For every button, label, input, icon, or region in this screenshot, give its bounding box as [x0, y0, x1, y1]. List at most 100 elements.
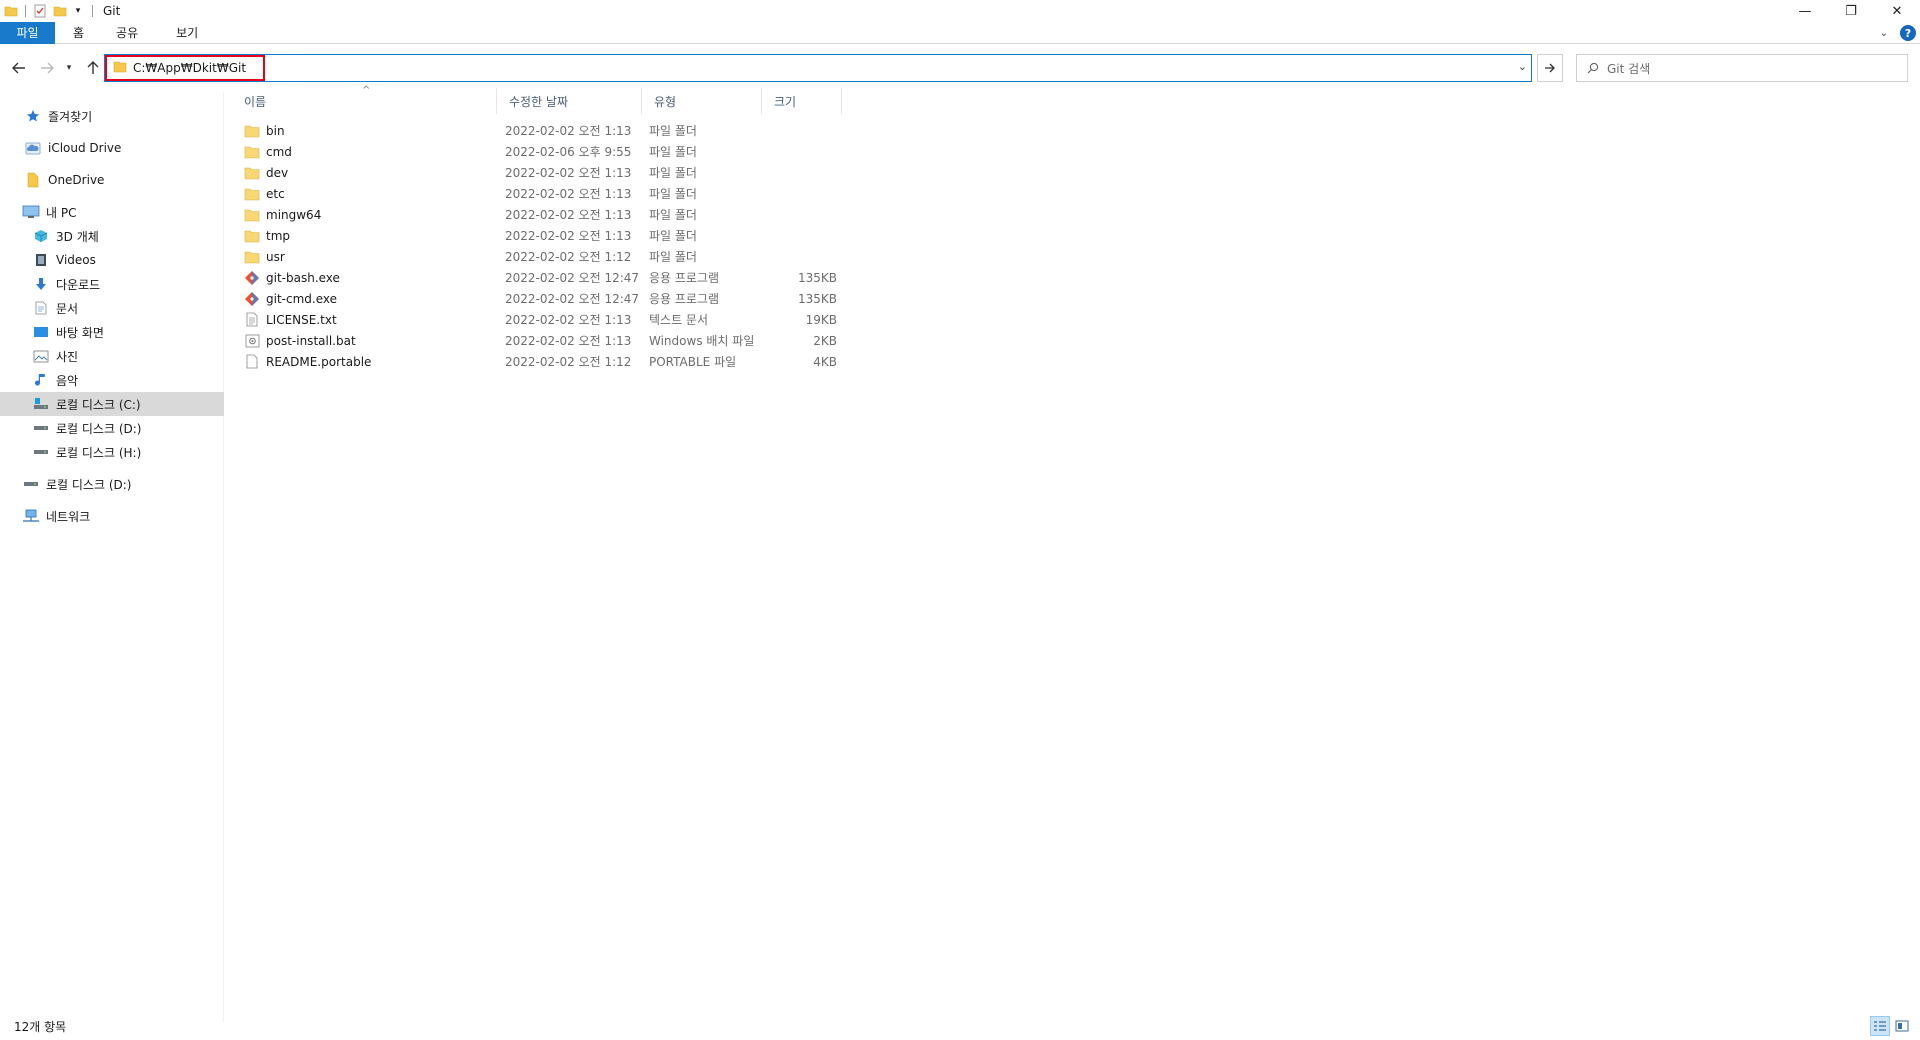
- file-row-readme[interactable]: README.portable 2022-02-02 오전 1:12 PORTA…: [232, 351, 852, 372]
- ribbon-tabs: 파일 홈 공유 보기 ⌄ ?: [0, 21, 1920, 44]
- details-view-button[interactable]: [1870, 1016, 1890, 1036]
- document-icon: [32, 299, 50, 317]
- back-button[interactable]: [8, 57, 30, 79]
- sidebar-item-downloads[interactable]: 다운로드: [0, 272, 224, 296]
- file-row-dev[interactable]: dev 2022-02-02 오전 1:13 파일 폴더: [232, 162, 852, 183]
- file-row-post-install[interactable]: post-install.bat 2022-02-02 오전 1:13 Wind…: [232, 330, 852, 351]
- arrow-right-icon: [41, 62, 54, 74]
- search-box[interactable]: Git 검색: [1576, 54, 1908, 82]
- expand-ribbon-icon[interactable]: ⌄: [1880, 28, 1888, 39]
- blank-file-icon: [244, 354, 260, 370]
- sidebar-item-label: 로컬 디스크 (D:): [56, 421, 142, 436]
- sidebar-item-desktop[interactable]: 바탕 화면: [0, 320, 224, 344]
- file-name: git-cmd.exe: [266, 291, 337, 306]
- file-name: LICENSE.txt: [266, 312, 337, 327]
- address-path[interactable]: C:₩App₩Dkit₩Git: [133, 61, 246, 75]
- customize-toolbar-icon[interactable]: ▾: [70, 3, 86, 19]
- address-bar[interactable]: C:₩App₩Dkit₩Git ⌄: [104, 54, 1532, 82]
- file-row-git-bash[interactable]: git-bash.exe 2022-02-02 오전 12:47 응용 프로그램…: [232, 267, 852, 288]
- address-dropdown-icon[interactable]: ⌄: [1518, 60, 1527, 73]
- folder-icon: [24, 171, 42, 189]
- file-row-etc[interactable]: etc 2022-02-02 오전 1:13 파일 폴더: [232, 183, 852, 204]
- sidebar-item-videos[interactable]: Videos: [0, 248, 224, 272]
- sidebar-item-music[interactable]: 음악: [0, 368, 224, 392]
- file-row-bin[interactable]: bin 2022-02-02 오전 1:13 파일 폴더: [232, 120, 852, 141]
- desktop-icon: [32, 323, 50, 341]
- folder-icon: [244, 165, 260, 181]
- folder-icon: [113, 60, 127, 76]
- file-name: tmp: [266, 228, 291, 243]
- sidebar-item-network[interactable]: 네트워크: [0, 504, 224, 528]
- large-icons-view-icon: [1895, 1020, 1909, 1032]
- sidebar-item-quick-access[interactable]: 즐겨찾기: [0, 104, 224, 128]
- window-title: Git: [103, 4, 121, 18]
- batch-file-icon: [244, 333, 260, 349]
- sidebar-item-label: 다운로드: [56, 277, 101, 292]
- sidebar-item-local-disk-c[interactable]: 로컬 디스크 (C:): [0, 392, 224, 416]
- recent-locations-button[interactable]: ▾: [62, 57, 76, 79]
- column-header-name[interactable]: 이름 ^: [232, 85, 497, 114]
- file-row-mingw64[interactable]: mingw64 2022-02-02 오전 1:13 파일 폴더: [232, 204, 852, 225]
- tab-file[interactable]: 파일: [0, 21, 55, 44]
- address-path-highlight[interactable]: C:₩App₩Dkit₩Git: [105, 55, 265, 81]
- folder-icon: [244, 249, 260, 265]
- file-row-git-cmd[interactable]: git-cmd.exe 2022-02-02 오전 12:47 응용 프로그램 …: [232, 288, 852, 309]
- file-name: README.portable: [266, 354, 372, 369]
- icloud-icon: [24, 139, 42, 157]
- arrow-right-icon: [1545, 63, 1555, 73]
- sidebar-item-label: 음악: [56, 373, 79, 388]
- tab-view[interactable]: 보기: [152, 22, 222, 44]
- new-folder-icon[interactable]: [52, 3, 68, 19]
- column-header-label: 수정한 날짜: [509, 94, 569, 109]
- sidebar-item-onedrive[interactable]: OneDrive: [0, 168, 224, 192]
- properties-icon[interactable]: [32, 3, 48, 19]
- sidebar-item-documents[interactable]: 문서: [0, 296, 224, 320]
- close-button[interactable]: ✕: [1874, 0, 1920, 22]
- sidebar-item-local-disk-d[interactable]: 로컬 디스크 (D:): [0, 416, 224, 440]
- sidebar-item-local-disk-h[interactable]: 로컬 디스크 (H:): [0, 440, 224, 464]
- column-header-label: 유형: [654, 94, 677, 109]
- column-header-type[interactable]: 유형: [642, 88, 762, 114]
- help-icon[interactable]: ?: [1900, 25, 1916, 41]
- view-switcher: [1870, 1016, 1912, 1036]
- sidebar-item-pictures[interactable]: 사진: [0, 344, 224, 368]
- column-header-size[interactable]: 크기: [762, 88, 842, 114]
- sidebar-item-label: 로컬 디스크 (H:): [56, 445, 142, 460]
- file-row-license[interactable]: LICENSE.txt 2022-02-02 오전 1:13 텍스트 문서 19…: [232, 309, 852, 330]
- sidebar-item-local-disk-d-root[interactable]: 로컬 디스크 (D:): [0, 472, 224, 496]
- file-row-tmp[interactable]: tmp 2022-02-02 오전 1:13 파일 폴더: [232, 225, 852, 246]
- ribbon-right-controls: ⌄ ?: [1880, 25, 1916, 41]
- forward-button[interactable]: [36, 57, 58, 79]
- sidebar-item-label: 바탕 화면: [56, 325, 104, 340]
- file-date: 2022-02-06 오후 9:55: [505, 145, 632, 159]
- network-icon: [22, 507, 40, 525]
- file-row-cmd[interactable]: cmd 2022-02-06 오후 9:55 파일 폴더: [232, 141, 852, 162]
- sidebar-item-this-pc[interactable]: 내 PC: [0, 200, 224, 224]
- file-row-usr[interactable]: usr 2022-02-02 오전 1:12 파일 폴더: [232, 246, 852, 267]
- sidebar-item-label: 문서: [56, 301, 79, 316]
- column-header-label: 이름: [244, 94, 267, 109]
- column-header-date[interactable]: 수정한 날짜: [497, 88, 642, 114]
- large-icons-view-button[interactable]: [1892, 1016, 1912, 1036]
- maximize-button[interactable]: ❐: [1828, 0, 1874, 22]
- file-list: 이름 ^ 수정한 날짜 유형 크기 bin 2022-02-02 오전 1:13…: [232, 85, 1912, 1008]
- sidebar-item-label: 사진: [56, 349, 79, 364]
- folder-icon: [244, 186, 260, 202]
- drive-c-icon: [32, 395, 50, 413]
- minimize-button[interactable]: —: [1782, 0, 1828, 22]
- navigation-pane: 즐겨찾기 iCloud Drive OneDrive 내 PC 3D 개체 Vi…: [0, 92, 224, 1022]
- tab-share[interactable]: 공유: [102, 22, 152, 44]
- search-input[interactable]: Git 검색: [1607, 60, 1650, 77]
- tab-home[interactable]: 홈: [55, 22, 102, 44]
- sidebar-item-3d-objects[interactable]: 3D 개체: [0, 224, 224, 248]
- file-date: 2022-02-02 오전 1:13: [505, 187, 632, 201]
- go-button[interactable]: [1537, 54, 1563, 82]
- sidebar-item-icloud-drive[interactable]: iCloud Drive: [0, 136, 224, 160]
- up-button[interactable]: [82, 57, 104, 79]
- sidebar-item-label: 네트워크: [46, 509, 91, 524]
- file-type: 파일 폴더: [649, 229, 697, 243]
- file-size: 2KB: [813, 333, 837, 348]
- file-size: 135KB: [797, 291, 837, 306]
- file-date: 2022-02-02 오전 12:47: [505, 271, 640, 285]
- text-file-icon: [244, 312, 260, 328]
